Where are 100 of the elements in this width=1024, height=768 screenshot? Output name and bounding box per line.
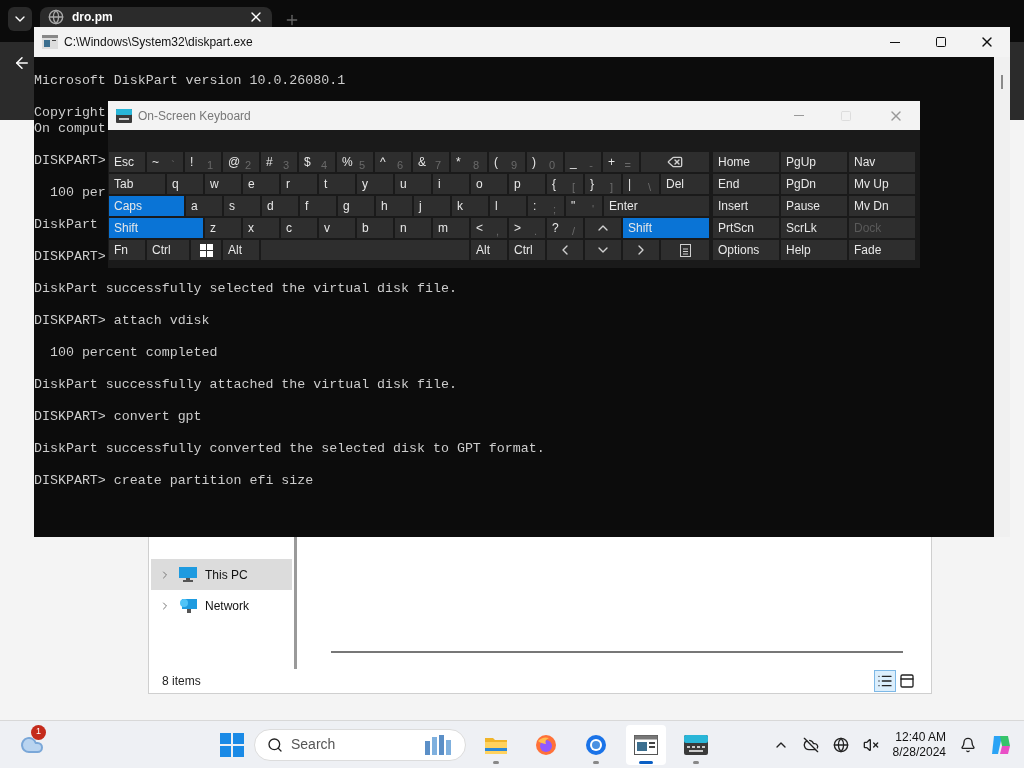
keyboard-key[interactable]: p <box>509 174 545 194</box>
keyboard-key[interactable]: Alt <box>471 240 507 260</box>
keyboard-key[interactable] <box>191 240 221 260</box>
keyboard-key[interactable]: Tab <box>109 174 165 194</box>
taskbar-app[interactable] <box>626 724 666 765</box>
keyboard-key[interactable]: PrtScn <box>713 218 779 238</box>
keyboard-key[interactable]: l <box>490 196 526 216</box>
keyboard-key[interactable]: v <box>319 218 355 238</box>
keyboard-app-icon <box>116 108 132 123</box>
keyboard-key[interactable]: Esc <box>109 152 145 172</box>
console-line: On comput <box>34 121 106 137</box>
bell-icon[interactable] <box>960 736 976 753</box>
network-icon <box>179 598 197 613</box>
search-field[interactable]: Search <box>254 728 466 761</box>
tab-list-button[interactable] <box>8 7 32 31</box>
keyboard-key[interactable]: * 8 <box>451 152 487 172</box>
running-indicator <box>693 760 699 764</box>
keyboard-key[interactable]: > . <box>509 218 545 238</box>
keyboard-key[interactable]: $ 4 <box>299 152 335 172</box>
keyboard-key[interactable]: Del <box>661 174 709 194</box>
keyboard-key[interactable] <box>661 240 709 260</box>
keyboard-key[interactable]: t <box>319 174 355 194</box>
keyboard-key[interactable]: y <box>357 174 393 194</box>
horizontal-scrollbar[interactable] <box>331 651 903 653</box>
keyboard-key[interactable]: k <box>452 196 488 216</box>
keyboard-key[interactable]: Fade <box>849 240 915 260</box>
scrollbar-thumb[interactable] <box>1001 75 1003 89</box>
keyboard-key[interactable]: Alt <box>223 240 259 260</box>
keyboard-key[interactable]: f <box>300 196 336 216</box>
keyboard-key[interactable]: z <box>205 218 241 238</box>
keyboard-key[interactable]: Mv Dn <box>849 196 915 216</box>
keyboard-key[interactable]: Enter <box>604 196 709 216</box>
keyboard-key[interactable]: m <box>433 218 469 238</box>
keyboard-key[interactable]: ~ ` <box>147 152 183 172</box>
keyboard-key[interactable]: d <box>262 196 298 216</box>
keyboard-key[interactable]: ? / <box>547 218 583 238</box>
sidebar-item[interactable]: This PC <box>151 559 292 590</box>
keyboard-key[interactable]: Ctrl <box>509 240 545 260</box>
keyboard-key[interactable]: q <box>167 174 203 194</box>
keyboard-key[interactable]: ScrLk <box>781 218 847 238</box>
console-line: 100 percent completed <box>48 345 218 361</box>
console-line: DiskPart successfully converted the selected disk to GPT format. <box>34 441 545 457</box>
keyboard-key[interactable]: Pause <box>781 196 847 216</box>
keyboard-key[interactable]: } ] <box>585 174 621 194</box>
preview-pane-icon <box>899 673 915 689</box>
clock[interactable]: 12:40 AM 8/28/2024 <box>892 729 946 760</box>
keyboard-key[interactable]: s <box>224 196 260 216</box>
keyboard-key[interactable]: Fn <box>109 240 145 260</box>
colorful-swirl-icon[interactable] <box>990 733 1012 756</box>
cloud-off-icon[interactable] <box>802 736 819 753</box>
keyboard-key[interactable]: Home <box>713 152 779 172</box>
new-tab-icon[interactable] <box>284 12 300 28</box>
keyboard-key[interactable]: < , <box>471 218 507 238</box>
keyboard-key[interactable]: { [ <box>547 174 583 194</box>
keyboard-key[interactable]: i <box>433 174 469 194</box>
keyboard-key[interactable]: Ctrl <box>147 240 189 260</box>
keyboard-key[interactable]: # 3 <box>261 152 297 172</box>
globe-icon[interactable] <box>832 736 849 753</box>
keyboard-key[interactable]: Caps <box>109 196 184 216</box>
keyboard-key[interactable]: n <box>395 218 431 238</box>
keyboard-key[interactable]: o <box>471 174 507 194</box>
sidebar-item[interactable]: Network <box>151 590 292 621</box>
keyboard-key[interactable]: % 5 <box>337 152 373 172</box>
keyboard-key[interactable]: g <box>338 196 374 216</box>
browser-tab[interactable]: dro.pm <box>40 7 272 27</box>
keyboard-key[interactable]: " ' <box>566 196 602 216</box>
keyboard-key[interactable]: h <box>376 196 412 216</box>
keyboard-key[interactable]: e <box>243 174 279 194</box>
keyboard-key[interactable]: a <box>186 196 222 216</box>
monitor-icon <box>179 567 197 582</box>
item-count: 8 items <box>162 673 202 690</box>
keyboard-key[interactable]: b <box>357 218 393 238</box>
console-line: DISKPART> attach vdisk <box>34 313 210 329</box>
keyboard-key[interactable]: End <box>713 174 779 194</box>
keyboard-key[interactable]: | \ <box>623 174 659 194</box>
keyboard-key[interactable]: x <box>243 218 279 238</box>
keyboard-key[interactable]: u <box>395 174 431 194</box>
keyboard-key[interactable]: c <box>281 218 317 238</box>
speaker-muted-icon[interactable] <box>862 736 879 753</box>
keyboard-key[interactable]: r <box>281 174 317 194</box>
keyboard-key[interactable]: : ; <box>528 196 564 216</box>
details-view-button[interactable] <box>874 670 896 692</box>
keyboard-key[interactable]: _ - <box>565 152 601 172</box>
keyboard-key[interactable] <box>641 152 709 172</box>
keyboard-key[interactable]: Help <box>781 240 847 260</box>
windows-start-icon[interactable] <box>220 732 244 757</box>
keyboard-key[interactable]: Nav <box>849 152 915 172</box>
keyboard-key[interactable]: j <box>414 196 450 216</box>
keyboard-key[interactable]: Shift <box>623 218 709 238</box>
keyboard-key[interactable]: Options <box>713 240 779 260</box>
keyboard-key[interactable]: Insert <box>713 196 779 216</box>
keyboard-key[interactable]: Shift <box>109 218 203 238</box>
keyboard-key[interactable]: & 7 <box>413 152 449 172</box>
keyboard-key[interactable]: w <box>205 174 241 194</box>
keyboard-key[interactable]: PgUp <box>781 152 847 172</box>
back-icon[interactable] <box>13 54 31 72</box>
keyboard-key[interactable]: Mv Up <box>849 174 915 194</box>
keyboard-key[interactable]: + = <box>603 152 639 172</box>
keyboard-key[interactable]: PgDn <box>781 174 847 194</box>
console-line: DISKPART> create partition efi size <box>34 473 314 489</box>
